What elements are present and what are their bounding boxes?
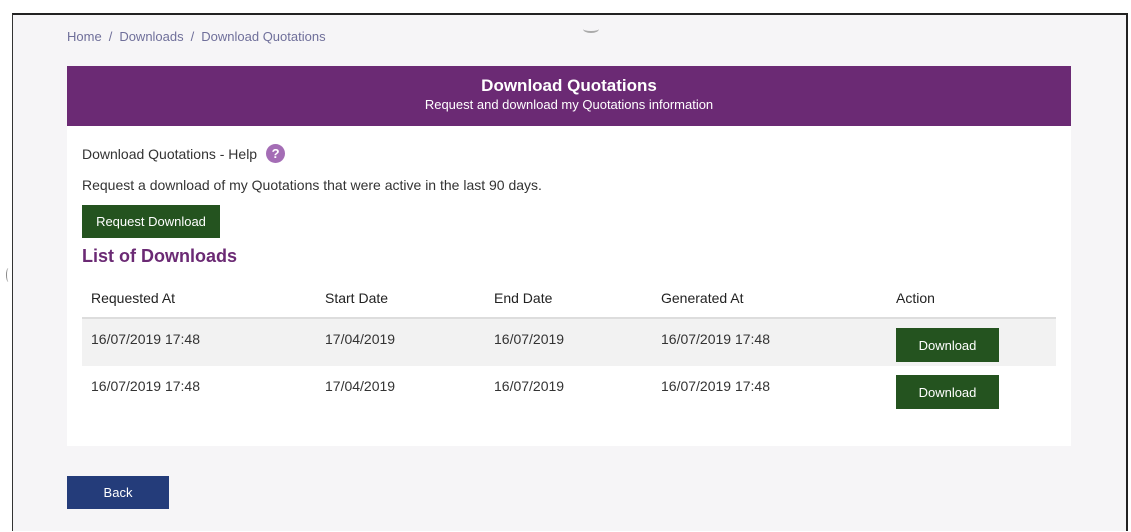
breadcrumb-separator: / — [108, 29, 113, 44]
cell-end-date: 16/07/2019 — [494, 378, 565, 394]
table-row: 16/07/2019 17:48 17/04/2019 16/07/2019 1… — [82, 318, 1056, 366]
cell-generated-at: 16/07/2019 17:48 — [652, 318, 887, 366]
download-quotations-panel: Download Quotations Request and download… — [67, 66, 1071, 446]
list-of-downloads-heading: List of Downloads — [82, 246, 237, 266]
cell-start-date: 17/04/2019 — [325, 378, 396, 394]
column-header-requested-at: Requested At — [82, 279, 316, 319]
breadcrumb-downloads[interactable]: Downloads — [119, 29, 183, 44]
cell-action: Download — [887, 318, 1056, 366]
breadcrumb: Home / Downloads / Download Quotations — [67, 29, 326, 44]
back-button[interactable]: Back — [67, 476, 169, 509]
download-button[interactable]: Download — [896, 375, 999, 409]
cell-generated-at: 16/07/2019 17:48 — [661, 378, 770, 394]
breadcrumb-current: Download Quotations — [201, 29, 326, 44]
page-title: Download Quotations — [481, 76, 657, 95]
page-subtitle: Request and download my Quotations infor… — [424, 97, 714, 112]
cell-start-date: 17/04/2019 — [316, 318, 485, 366]
cell-requested-at: 16/07/2019 17:48 — [91, 378, 200, 394]
breadcrumb-separator: / — [190, 29, 195, 44]
breadcrumb-home[interactable]: Home — [67, 29, 102, 44]
cell-action: Download — [887, 366, 1056, 414]
downloads-table: Requested At Start Date End Date Generat… — [82, 279, 1056, 414]
cell-requested-at: 16/07/2019 17:48 — [82, 318, 316, 366]
table-header-row: Requested At Start Date End Date Generat… — [82, 279, 1056, 319]
column-header-action: Action — [887, 279, 1056, 319]
column-header-end-date: End Date — [485, 279, 652, 319]
question-mark-icon[interactable]: ? — [266, 144, 286, 163]
decorative-mark — [583, 25, 599, 33]
request-download-button[interactable]: Request Download — [82, 205, 220, 238]
column-header-start-date: Start Date — [316, 279, 485, 319]
help-row: Download Quotations - Help ? — [82, 144, 286, 163]
page-frame: Home / Downloads / Download Quotations Downl… — [12, 13, 1128, 531]
panel-header: Download Quotations Request and download… — [67, 66, 1071, 126]
help-label: Download Quotations - Help — [82, 145, 258, 162]
column-header-generated-at: Generated At — [652, 279, 887, 319]
decorative-edge-mark — [6, 268, 11, 282]
description-text: Request a download of my Quotations that… — [82, 177, 542, 193]
download-button[interactable]: Download — [896, 328, 999, 362]
table-row: 16/07/2019 17:48 17/04/2019 16/07/2019 1… — [82, 366, 1056, 414]
cell-end-date: 16/07/2019 — [485, 318, 652, 366]
